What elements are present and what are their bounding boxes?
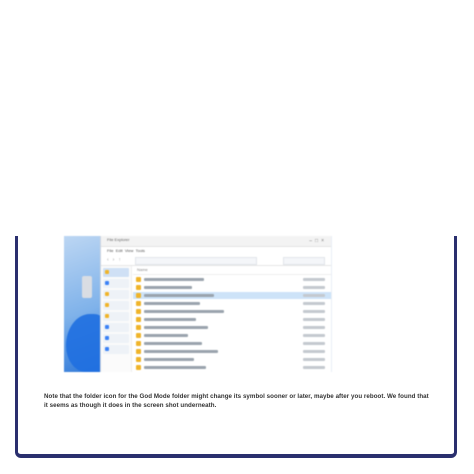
folder-icon bbox=[136, 365, 141, 370]
file-row bbox=[133, 284, 331, 291]
file-date-placeholder bbox=[303, 278, 325, 281]
file-name-placeholder bbox=[144, 326, 208, 329]
file-name-placeholder bbox=[144, 366, 206, 369]
file-row bbox=[133, 276, 331, 283]
file-row bbox=[133, 340, 331, 347]
file-name-placeholder bbox=[144, 302, 200, 305]
folder-icon bbox=[136, 349, 141, 354]
file-date-placeholder bbox=[303, 334, 325, 337]
folder-icon bbox=[136, 333, 141, 338]
folder-icon bbox=[136, 301, 141, 306]
file-name-placeholder bbox=[144, 350, 218, 353]
sidebar-item bbox=[103, 345, 129, 354]
folder-icon bbox=[105, 270, 109, 274]
explorer-screenshot: File Explorer –□× File Edit View Tools ‹… bbox=[64, 236, 332, 372]
file-name-placeholder bbox=[144, 342, 202, 345]
file-date-placeholder bbox=[303, 366, 325, 369]
folder-icon bbox=[136, 357, 141, 362]
path-field bbox=[135, 257, 257, 265]
sidebar-item bbox=[103, 334, 129, 343]
pc-icon bbox=[105, 325, 109, 329]
file-date-placeholder bbox=[303, 310, 325, 313]
file-date-placeholder bbox=[303, 302, 325, 305]
drive-icon bbox=[105, 347, 109, 351]
folder-icon bbox=[136, 293, 141, 298]
folder-icon bbox=[136, 309, 141, 314]
file-name-placeholder bbox=[144, 286, 192, 289]
file-date-placeholder bbox=[303, 294, 325, 297]
folder-icon bbox=[105, 303, 109, 307]
address-bar: ‹›↑ bbox=[101, 255, 331, 266]
file-row bbox=[133, 292, 331, 299]
file-date-placeholder bbox=[303, 342, 325, 345]
file-list: Name bbox=[133, 266, 331, 372]
folder-icon bbox=[136, 277, 141, 282]
file-date-placeholder bbox=[303, 326, 325, 329]
explorer-titlebar: File Explorer –□× bbox=[101, 236, 331, 247]
window-title: File Explorer bbox=[107, 237, 130, 242]
folder-icon bbox=[105, 314, 109, 318]
search-field bbox=[283, 257, 325, 265]
file-date-placeholder bbox=[303, 358, 325, 361]
cloud-icon bbox=[105, 281, 109, 285]
file-name-placeholder bbox=[144, 278, 204, 281]
file-date-placeholder bbox=[303, 350, 325, 353]
sidebar-item bbox=[103, 279, 129, 288]
menu-file: File bbox=[107, 248, 114, 253]
file-name-placeholder bbox=[144, 310, 224, 313]
navigation-pane bbox=[101, 266, 132, 372]
menu-tools: Tools bbox=[135, 248, 145, 253]
network-icon bbox=[105, 336, 109, 340]
file-name-placeholder bbox=[144, 318, 196, 321]
folder-icon bbox=[136, 341, 141, 346]
folder-icon bbox=[136, 325, 141, 330]
file-row bbox=[133, 324, 331, 331]
file-row bbox=[133, 364, 331, 371]
sidebar-item bbox=[103, 301, 129, 310]
file-row bbox=[133, 316, 331, 323]
caption-text: Note that the folder icon for the God Mo… bbox=[44, 393, 429, 410]
file-rows bbox=[133, 276, 331, 371]
file-date-placeholder bbox=[303, 286, 325, 289]
nav-arrows-icon: ‹›↑ bbox=[107, 257, 125, 263]
sidebar-item bbox=[103, 312, 129, 321]
menu-view: View bbox=[124, 248, 134, 253]
file-date-placeholder bbox=[303, 318, 325, 321]
file-row bbox=[133, 348, 331, 355]
file-name-placeholder bbox=[144, 294, 214, 297]
file-name-placeholder bbox=[144, 334, 188, 337]
sidebar-item bbox=[103, 323, 129, 332]
explorer-window: File Explorer –□× File Edit View Tools ‹… bbox=[100, 236, 331, 372]
folder-icon bbox=[105, 292, 109, 296]
menu-edit: Edit bbox=[115, 248, 123, 253]
folder-icon bbox=[136, 317, 141, 322]
column-header: Name bbox=[133, 266, 331, 275]
file-row bbox=[133, 356, 331, 363]
window-controls-icon: –□× bbox=[309, 238, 327, 244]
file-row bbox=[133, 332, 331, 339]
explorer-menubar: File Edit View Tools bbox=[101, 247, 331, 255]
file-row bbox=[133, 300, 331, 307]
file-name-placeholder bbox=[144, 358, 194, 361]
recycle-bin-icon bbox=[82, 276, 92, 298]
folder-icon bbox=[136, 285, 141, 290]
sidebar-item bbox=[103, 290, 129, 299]
sidebar-item bbox=[103, 268, 129, 277]
file-row bbox=[133, 308, 331, 315]
